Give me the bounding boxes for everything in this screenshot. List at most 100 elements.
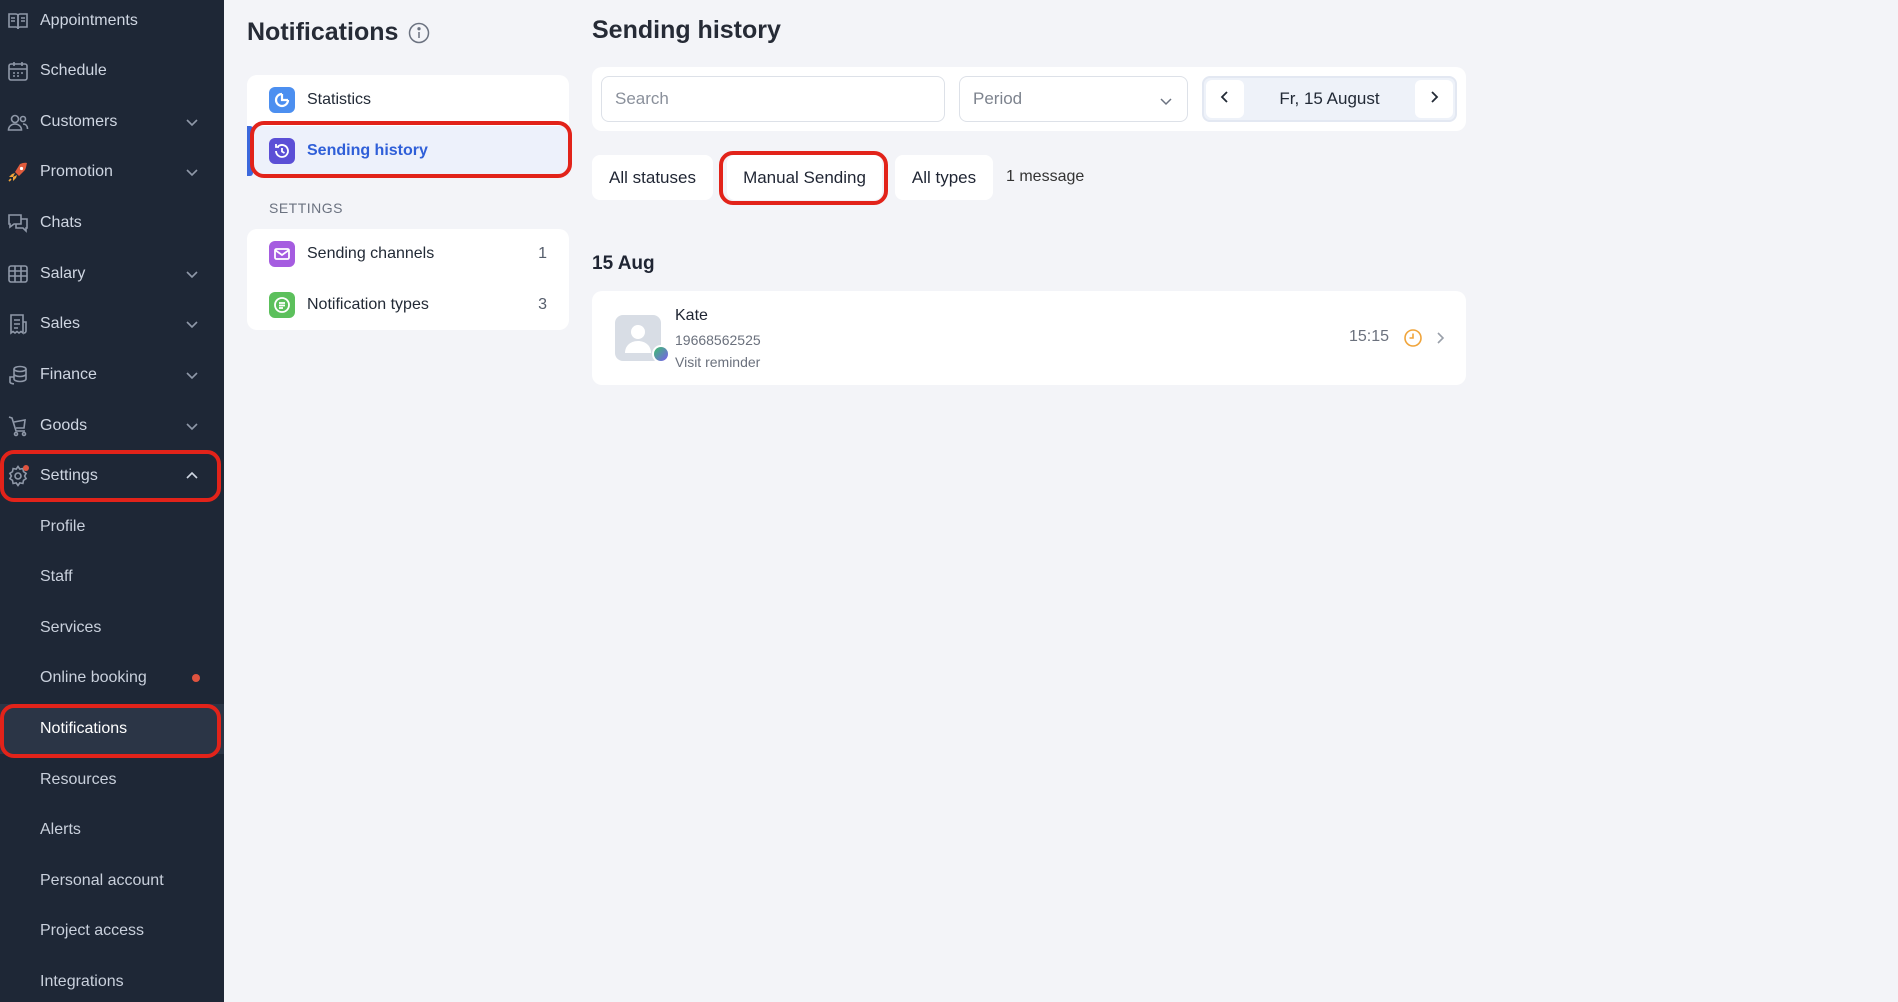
channel-badge-icon	[652, 345, 670, 363]
types-filter[interactable]: All types	[895, 155, 993, 200]
chevron-left-icon	[1218, 90, 1232, 109]
chevron-down-icon	[184, 164, 200, 180]
sidebar-subitem-profile[interactable]: Profile	[0, 502, 224, 552]
sidebar-subitem-personal-account[interactable]: Personal account	[0, 856, 224, 906]
settings-section-label: SETTINGS	[269, 200, 344, 216]
notifications-menu: Statistics Sending history	[247, 75, 569, 176]
sidebar-item-promotion[interactable]: Promotion	[0, 147, 224, 197]
menu-item-sending-channels[interactable]: Sending channels 1	[247, 229, 569, 279]
page-title: Notifications	[247, 18, 430, 47]
sidebar-subitem-online-booking[interactable]: Online booking	[0, 653, 224, 703]
sidebar-subitem-notifications[interactable]: Notifications	[0, 704, 224, 754]
envelope-icon	[269, 241, 295, 267]
sidebar-subitem-alerts[interactable]: Alerts	[0, 805, 224, 855]
sidebar-subitem-label: Integrations	[40, 973, 124, 990]
sidebar-item-settings[interactable]: Settings	[0, 451, 224, 501]
main-title: Sending history	[592, 16, 781, 44]
sidebar-subitem-label: Staff	[40, 568, 73, 585]
cart-icon	[6, 414, 30, 438]
message-count: 1 message	[1006, 168, 1085, 185]
chevron-up-icon	[184, 468, 200, 484]
sidebar-subitem-staff[interactable]: Staff	[0, 552, 224, 602]
sidebar-subitem-label: Project access	[40, 922, 145, 939]
coins-icon	[6, 363, 30, 387]
chat-icon	[6, 211, 30, 235]
notification-type: Visit reminder	[675, 354, 761, 370]
sidebar-item-label: Promotion	[40, 163, 113, 180]
sidebar-subitem-label: Services	[40, 619, 102, 636]
sidebar-item-label: Appointments	[40, 12, 138, 29]
gear-icon	[6, 464, 30, 488]
menu-item-notification-types[interactable]: Notification types 3	[247, 280, 569, 330]
sidebar-item-label: Settings	[40, 467, 98, 484]
rocket-icon	[6, 160, 30, 184]
salary-grid-icon	[6, 262, 30, 286]
sidebar-item-label: Chats	[40, 214, 82, 231]
clock-icon	[1403, 328, 1423, 348]
recipient-name: Kate	[675, 307, 708, 324]
chevron-right-icon	[1434, 330, 1448, 346]
sidebar-subitem-label: Online booking	[40, 669, 147, 686]
menu-item-label: Statistics	[307, 91, 372, 108]
sidebar-subitem-label: Notifications	[40, 720, 128, 737]
menu-item-sending-history[interactable]: Sending history	[247, 126, 569, 176]
menu-item-count: 3	[538, 296, 547, 313]
settings-menu: Sending channels 1 Notification types 3	[247, 229, 569, 330]
chevron-right-icon	[1427, 90, 1441, 109]
info-icon[interactable]	[408, 22, 430, 44]
sidebar-subitem-label: Alerts	[40, 821, 81, 838]
chevron-down-icon	[1159, 93, 1173, 107]
sidebar-item-appointments[interactable]: Appointments	[0, 0, 224, 46]
page-title-text: Notifications	[247, 18, 399, 46]
sidebar-subitem-integrations[interactable]: Integrations	[0, 957, 224, 1002]
statistics-icon	[269, 87, 295, 113]
menu-item-label: Notification types	[307, 296, 429, 313]
sidebar-item-finance[interactable]: Finance	[0, 350, 224, 400]
next-date-button[interactable]	[1415, 80, 1453, 118]
chevron-down-icon	[184, 367, 200, 383]
sidebar-subitem-label: Resources	[40, 771, 117, 788]
users-icon	[6, 110, 30, 134]
status-filter[interactable]: All statuses	[592, 155, 713, 200]
sidebar-item-schedule[interactable]: Schedule	[0, 46, 224, 96]
prev-date-button[interactable]	[1206, 80, 1244, 118]
sidebar-item-label: Schedule	[40, 62, 107, 79]
notification-dot	[192, 674, 200, 682]
date-heading: 15 Aug	[592, 253, 655, 274]
date-picker: Fr, 15 August	[1202, 76, 1457, 122]
menu-item-label: Sending history	[307, 142, 428, 159]
sidebar: Appointments Schedule Customers Promotio…	[0, 0, 224, 1002]
sidebar-item-label: Finance	[40, 366, 97, 383]
sidebar-item-label: Salary	[40, 265, 86, 282]
sidebar-subitem-label: Personal account	[40, 872, 164, 889]
chevron-down-icon	[184, 418, 200, 434]
list-icon	[269, 292, 295, 318]
sidebar-item-sales[interactable]: Sales	[0, 299, 224, 349]
receipt-icon	[6, 312, 30, 336]
sidebar-item-label: Customers	[40, 113, 118, 130]
recipient-phone: 19668562525	[675, 332, 761, 348]
list-item[interactable]: Kate 19668562525 Visit reminder 15:15	[592, 291, 1466, 385]
filter-bar: Period Fr, 15 August	[592, 67, 1466, 131]
sidebar-subitem-label: Profile	[40, 518, 86, 535]
sidebar-item-goods[interactable]: Goods	[0, 401, 224, 451]
book-icon	[6, 9, 30, 33]
chevron-down-icon	[184, 114, 200, 130]
sidebar-item-customers[interactable]: Customers	[0, 97, 224, 147]
sidebar-subitem-project-access[interactable]: Project access	[0, 906, 224, 956]
send-time: 15:15	[1348, 328, 1389, 345]
sidebar-subitem-services[interactable]: Services	[0, 603, 224, 653]
sidebar-item-label: Goods	[40, 417, 88, 434]
sidebar-item-chats[interactable]: Chats	[0, 198, 224, 248]
chevron-down-icon	[184, 316, 200, 332]
menu-item-statistics[interactable]: Statistics	[247, 75, 569, 125]
menu-item-count: 1	[538, 245, 547, 262]
sidebar-item-salary[interactable]: Salary	[0, 249, 224, 299]
search-input[interactable]	[601, 76, 945, 122]
period-select-value: Period	[973, 89, 1023, 108]
period-select[interactable]: Period	[959, 76, 1188, 122]
sidebar-subitem-resources[interactable]: Resources	[0, 755, 224, 805]
menu-item-label: Sending channels	[307, 245, 435, 262]
date-label[interactable]: Fr, 15 August	[1248, 78, 1411, 120]
sending-type-filter[interactable]: Manual Sending	[727, 155, 882, 200]
